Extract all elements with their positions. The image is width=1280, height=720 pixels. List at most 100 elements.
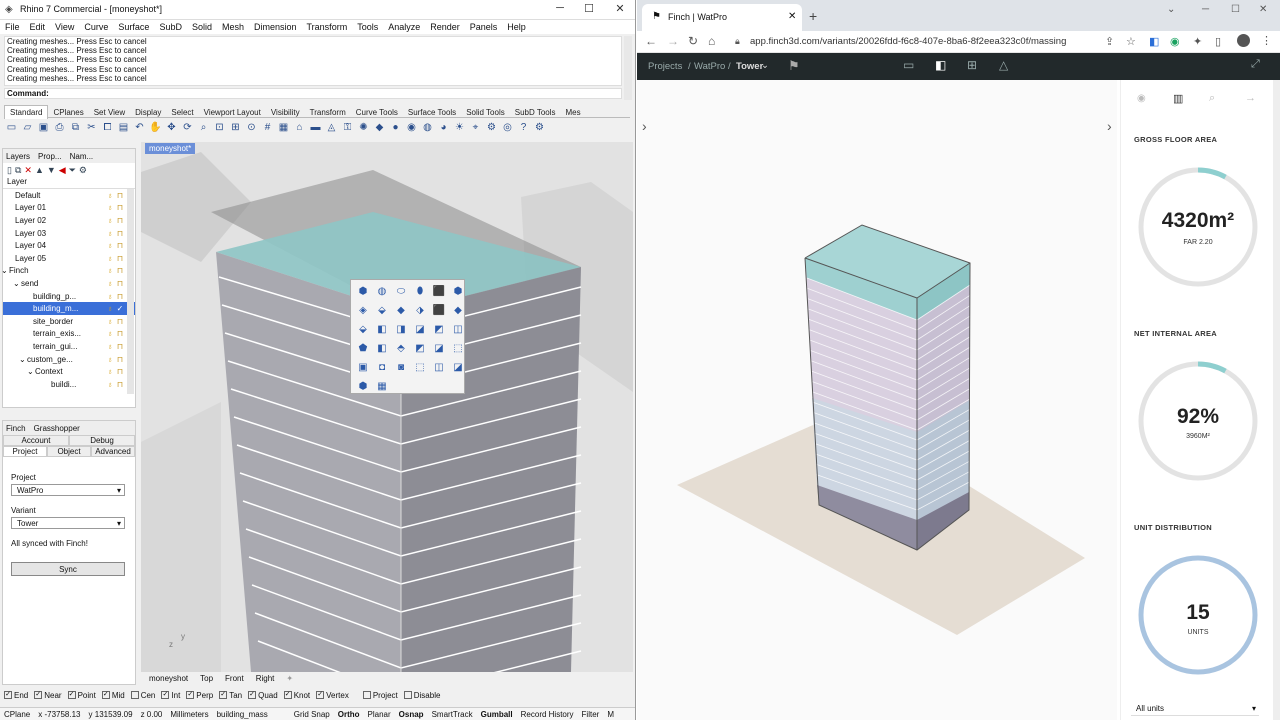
close-icon[interactable]: ✕ <box>605 2 635 18</box>
maximize-icon[interactable]: ☐ <box>1231 4 1240 15</box>
solid-tool-icon[interactable]: ◧ <box>373 340 391 358</box>
snap-icon[interactable]: ⌖ <box>468 121 483 135</box>
add-viewport-icon[interactable]: ✦ <box>286 674 293 683</box>
tab-search-icon[interactable]: ⌄ <box>1167 4 1175 15</box>
back-icon[interactable]: ← <box>645 31 657 53</box>
tab-grasshopper[interactable]: Grasshopper <box>31 424 83 433</box>
solid-tool-icon[interactable]: ◪ <box>449 359 467 377</box>
solid-tool-icon[interactable]: ◆ <box>392 302 410 320</box>
osnap-end[interactable]: ✓ End <box>4 691 28 700</box>
reload-icon[interactable]: ↻ <box>688 31 698 53</box>
menu-item-panels[interactable]: Panels <box>465 20 503 34</box>
tab-object[interactable]: Object <box>47 446 91 457</box>
menu-item-transform[interactable]: Transform <box>302 20 353 34</box>
menu-item-mesh[interactable]: Mesh <box>217 20 249 34</box>
menu-item-curve[interactable]: Curve <box>79 20 113 34</box>
import-icon[interactable]: ⧉ <box>68 121 83 135</box>
new-icon[interactable]: ▭ <box>4 121 19 135</box>
move-left-icon[interactable]: ◀ <box>59 165 66 176</box>
solid-tool-icon[interactable]: ⬙ <box>354 321 372 339</box>
solid-tool-icon[interactable]: ⬘ <box>392 340 410 358</box>
checkbox[interactable] <box>130 691 139 700</box>
toolbar-tab[interactable]: Display <box>130 106 166 119</box>
chevron-down-icon[interactable]: ⌄ <box>761 60 769 71</box>
lock-icon[interactable]: ⊓ <box>115 317 125 326</box>
lightbulb-icon[interactable]: ♁ <box>105 279 115 288</box>
toolbar-tab[interactable]: Surface Tools <box>403 106 461 119</box>
layer-row[interactable]: building_p... ♁ ⊓ <box>3 290 135 303</box>
solid-tool-icon[interactable]: ⬗ <box>411 302 429 320</box>
layer-row[interactable]: terrain_exis... ♁ ⊓ <box>3 328 135 341</box>
tab-named-views[interactable]: Nam... <box>67 152 97 161</box>
view-screen-icon[interactable]: ▭ <box>903 58 914 72</box>
toolbar-tab[interactable]: Visibility <box>266 106 305 119</box>
lightbulb-icon[interactable]: ♁ <box>105 266 115 275</box>
forward-icon[interactable]: → <box>667 31 679 53</box>
close-icon[interactable]: ✕ <box>1259 4 1267 15</box>
tab-debug[interactable]: Debug <box>69 435 135 446</box>
checkbox[interactable] <box>403 691 412 700</box>
zoom-icon[interactable]: ⌕ <box>196 121 211 135</box>
delete-icon[interactable]: ✕ <box>24 165 32 176</box>
zoom-extents-icon[interactable]: ⊞ <box>228 121 243 135</box>
checkbox[interactable]: ✓ <box>34 691 43 700</box>
checkbox[interactable]: ✓ <box>219 691 228 700</box>
lightbulb-icon[interactable]: ♁ <box>105 317 115 326</box>
solid-tool-icon[interactable]: ⬢ <box>449 283 467 301</box>
solid-tool-icon[interactable]: ◩ <box>430 321 448 339</box>
checkbox[interactable]: ✓ <box>316 691 325 700</box>
viewport-icon[interactable]: ▦ <box>276 121 291 135</box>
unit-filter-select[interactable]: All units ▾ <box>1131 702 1259 716</box>
osnap-disable[interactable]: Disable <box>403 691 440 700</box>
grid-icon[interactable]: # <box>260 121 275 135</box>
expand-left-icon[interactable]: › <box>642 118 647 134</box>
solid-tool-icon[interactable]: ▦ <box>373 378 391 396</box>
browser-tab[interactable]: ⚑ Finch | WatPro ✕ <box>642 4 802 32</box>
layer-row[interactable]: building_m... ♁ ✓ <box>3 302 135 315</box>
layer-row[interactable]: Default ♁ ⊓ <box>3 189 135 202</box>
layer-row[interactable]: Layer 05 ♁ ⊓ <box>3 252 135 265</box>
variant-select[interactable]: Tower <box>11 517 125 529</box>
share-icon[interactable]: ⇪ <box>1105 35 1114 48</box>
lightbulb-icon[interactable]: ♁ <box>105 191 115 200</box>
viewport-tab-right[interactable]: Right <box>256 674 275 683</box>
print-icon[interactable]: ⎙ <box>52 121 67 135</box>
globe-icon[interactable]: ◎ <box>500 121 515 135</box>
solid-tool-icon[interactable]: ◪ <box>411 321 429 339</box>
lock-icon[interactable]: ⊓ <box>115 203 125 212</box>
lightbulb-icon[interactable]: ♁ <box>105 216 115 225</box>
solid-tool-icon[interactable]: ◆ <box>449 302 467 320</box>
collapse-right-icon[interactable]: › <box>1107 118 1112 134</box>
lightbulb-icon[interactable]: ♁ <box>105 367 115 376</box>
tab-properties[interactable]: Prop... <box>35 152 65 161</box>
solid-tool-icon[interactable]: ◩ <box>411 340 429 358</box>
toolbar-tab[interactable]: Curve Tools <box>351 106 403 119</box>
extension-icon[interactable]: ◧ <box>1149 35 1159 48</box>
view-plan-icon[interactable]: ⊞ <box>967 58 977 72</box>
move-up-icon[interactable]: ▲ <box>35 165 44 175</box>
checkbox[interactable] <box>362 691 371 700</box>
eye-icon[interactable]: ◉ <box>1137 93 1146 104</box>
expand-icon[interactable]: ⌄ <box>13 279 20 288</box>
osnap-int[interactable]: ✓ Int <box>161 691 180 700</box>
layer-row[interactable]: ⌄ Finch ♁ ⊓ <box>1 265 135 278</box>
open-icon[interactable]: ▱ <box>20 121 35 135</box>
extension-icon[interactable]: ◉ <box>1170 35 1180 48</box>
project-select[interactable]: WatPro <box>11 484 125 496</box>
lock-icon[interactable]: ⊓ <box>115 279 125 288</box>
color-icon[interactable]: ● <box>388 121 403 135</box>
bookmark-star-icon[interactable]: ☆ <box>1126 35 1136 48</box>
lightbulb-icon[interactable]: ♁ <box>105 292 115 301</box>
minimize-icon[interactable]: ─ <box>545 2 575 18</box>
lock-icon[interactable]: ⊓ <box>115 380 125 389</box>
sync-button[interactable]: Sync <box>11 562 125 576</box>
move-down-icon[interactable]: ▼ <box>47 165 56 175</box>
solid-tool-icon[interactable]: ◫ <box>449 321 467 339</box>
sidebar-scrollbar[interactable] <box>1273 80 1280 720</box>
render-icon[interactable]: ◍ <box>420 121 435 135</box>
command-prompt[interactable]: Command: <box>4 88 622 99</box>
tab-account[interactable]: Account <box>3 435 69 446</box>
osnap-project[interactable]: Project <box>362 691 398 700</box>
menu-item-subd[interactable]: SubD <box>154 20 187 34</box>
toolbar-tab[interactable]: CPlanes <box>48 106 88 119</box>
